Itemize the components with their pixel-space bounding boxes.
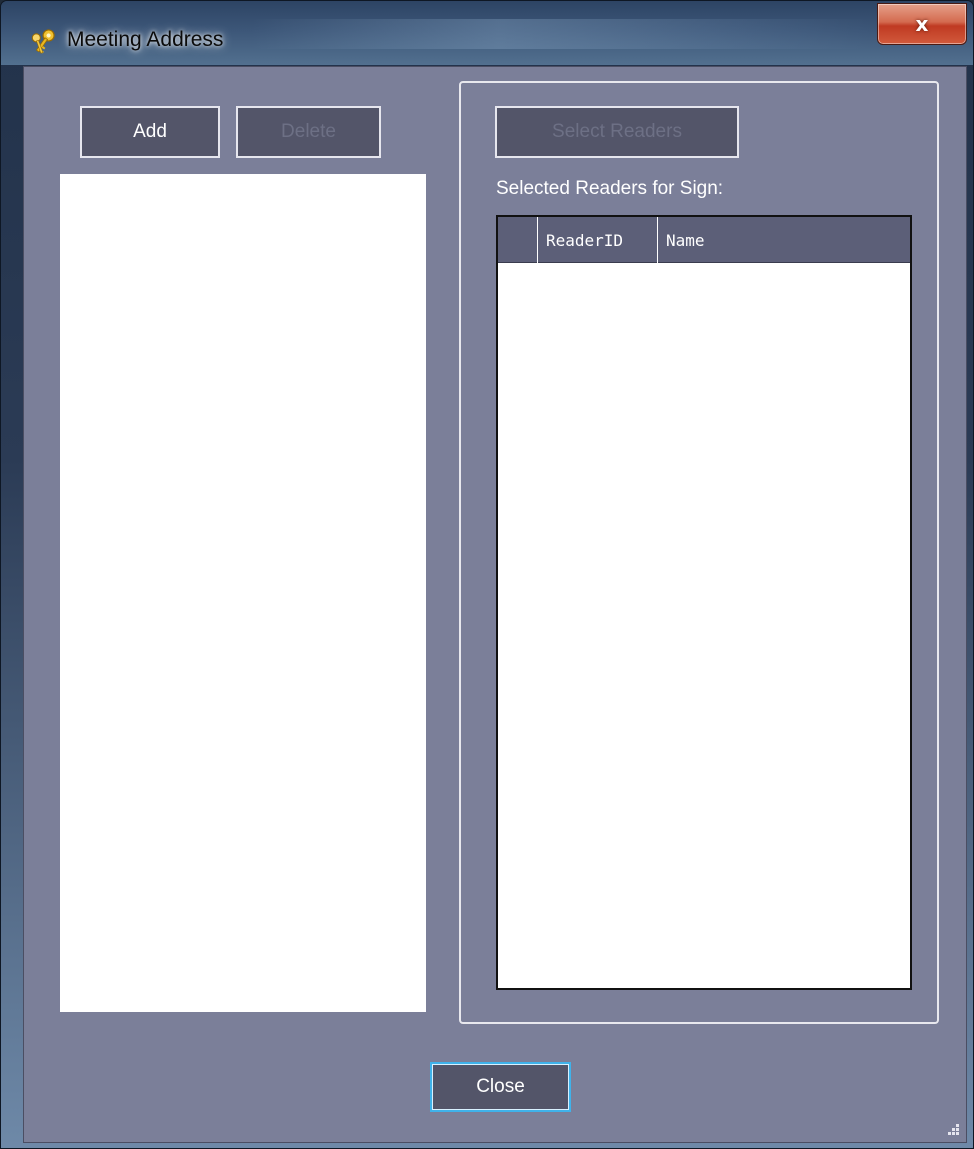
grid-column-header-readerid[interactable]: ReaderID [538,217,658,263]
grid-header: ReaderID Name [498,217,910,263]
add-button[interactable]: Add [80,106,220,158]
title-bar[interactable]: Meeting Address x [1,1,973,65]
dialog-client-area: Add Delete Select Readers Selected Reade… [23,66,967,1143]
grid-column-header-name[interactable]: Name [658,217,910,263]
grid-column-header-selector[interactable] [498,217,538,263]
selected-readers-grid[interactable]: ReaderID Name [496,215,912,990]
close-button[interactable]: Close [430,1062,571,1112]
close-icon: x [915,12,929,36]
delete-button[interactable]: Delete [236,106,381,158]
window-close-button[interactable]: x [877,3,967,45]
dialog-window: Meeting Address x Add Delete Select Read… [0,0,974,1149]
key-icon [31,29,55,54]
selected-readers-label: Selected Readers for Sign: [496,178,724,199]
readers-group: Select Readers Selected Readers for Sign… [459,81,939,1024]
meeting-address-list[interactable] [60,174,426,1012]
select-readers-button[interactable]: Select Readers [495,106,739,158]
resize-grip-icon[interactable] [944,1120,960,1136]
window-title: Meeting Address [67,28,224,51]
